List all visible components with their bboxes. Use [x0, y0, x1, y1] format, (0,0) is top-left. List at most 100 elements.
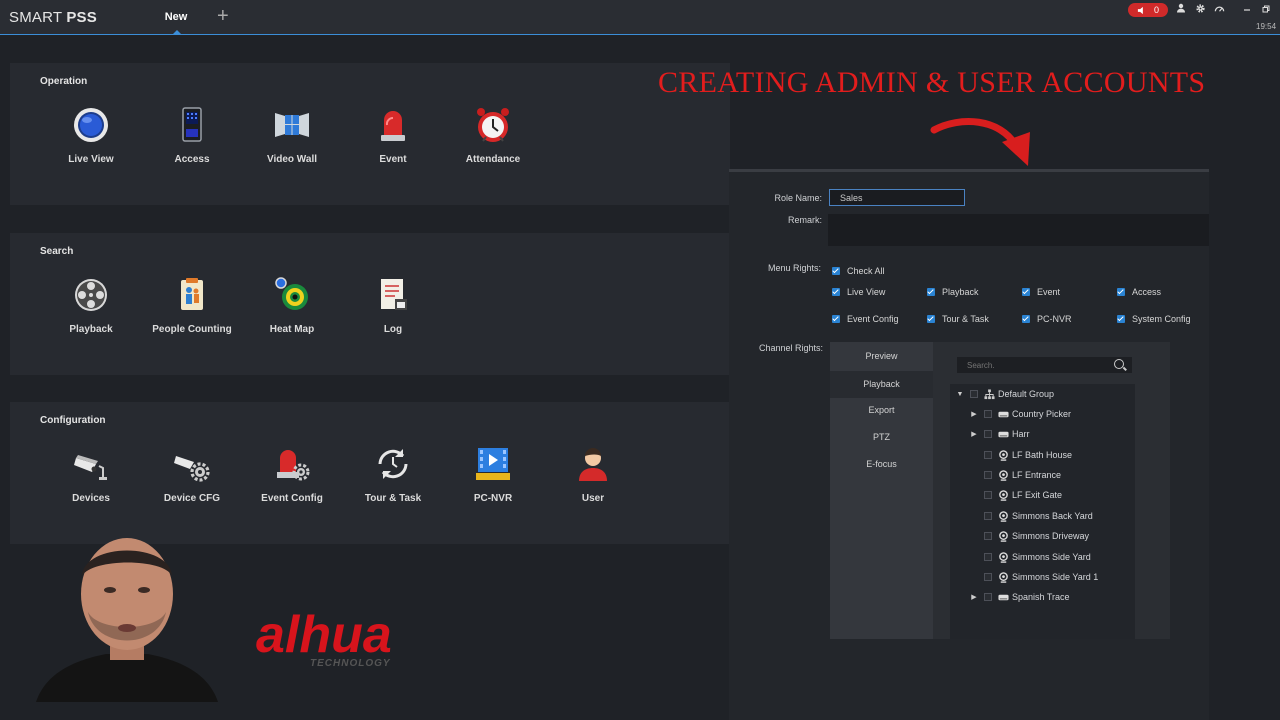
tree-checkbox[interactable]	[984, 553, 992, 561]
channel-rights-tabs: Preview Playback Export PTZ E-focus	[830, 342, 933, 639]
menu-right-playback[interactable]: Playback	[927, 287, 979, 297]
tour-task-tile[interactable]: Tour & Task	[348, 444, 438, 504]
expand-arrow-icon[interactable]: ▶	[970, 430, 978, 438]
tree-node-spanish-trace[interactable]: ▶ Spanish Trace	[970, 590, 1069, 604]
video-wall-icon	[275, 113, 309, 137]
menu-right-live-view[interactable]: Live View	[832, 287, 885, 297]
title-bar: SMART PSS New + 0 19:54	[0, 0, 1280, 35]
remark-label: Remark:	[787, 215, 822, 225]
presenter-webcam-image	[36, 538, 218, 702]
tree-checkbox[interactable]	[984, 573, 992, 581]
tree-checkbox[interactable]	[984, 410, 992, 418]
tree-node-camera[interactable]: Simmons Driveway	[984, 529, 1089, 543]
attendance-tile[interactable]: Attendance	[448, 105, 538, 165]
tree-node-harr[interactable]: ▶ Harr	[970, 427, 1030, 441]
check-all-label: Check All	[847, 266, 885, 276]
speedometer-icon[interactable]	[1212, 3, 1226, 17]
live-view-tile[interactable]: Live View	[46, 105, 136, 165]
logo-wordmark: alhua	[256, 606, 392, 664]
user-tile[interactable]: User	[548, 444, 638, 504]
role-name-label: Role Name:	[774, 193, 822, 203]
tree-node-camera[interactable]: Simmons Side Yard	[984, 550, 1091, 564]
user-account-icon[interactable]	[1174, 3, 1188, 17]
alarm-badge[interactable]: 0	[1128, 3, 1168, 17]
playback-tile[interactable]: Playback	[46, 275, 136, 335]
menu-right-system-config[interactable]: System Config	[1117, 314, 1191, 324]
channel-tab-preview[interactable]: Preview	[830, 343, 933, 370]
tree-checkbox[interactable]	[984, 430, 992, 438]
checkbox-checked-icon	[1117, 288, 1125, 296]
people-counting-icon	[181, 278, 203, 310]
expand-arrow-icon[interactable]: ▶	[970, 410, 978, 418]
check-all-checkbox[interactable]: Check All	[832, 266, 885, 276]
camera-icon	[999, 530, 1008, 542]
tree-checkbox[interactable]	[984, 451, 992, 459]
pc-nvr-icon	[476, 448, 510, 480]
search-title: Search	[40, 246, 74, 257]
channel-tab-e-focus[interactable]: E-focus	[830, 451, 933, 478]
tree-node-label: LF Entrance	[1012, 470, 1062, 480]
tree-node-label: Default Group	[998, 389, 1055, 399]
menu-right-label: Live View	[847, 287, 886, 297]
camera-icon	[999, 571, 1008, 583]
role-name-input[interactable]	[829, 189, 965, 206]
menu-right-tour-task[interactable]: Tour & Task	[927, 314, 989, 324]
tree-checkbox[interactable]	[984, 491, 992, 499]
collapse-arrow-icon[interactable]: ▼	[956, 391, 964, 398]
checkbox-checked-icon	[927, 315, 935, 323]
event-config-tile[interactable]: Event Config	[247, 444, 337, 504]
log-tile[interactable]: Log	[348, 275, 438, 335]
expand-arrow-icon[interactable]: ▶	[970, 593, 978, 601]
tree-checkbox[interactable]	[984, 512, 992, 520]
live-view-label: Live View	[68, 154, 114, 165]
red-arrow-icon	[930, 118, 1030, 166]
tree-node-camera[interactable]: Simmons Back Yard	[984, 509, 1093, 523]
search-icon[interactable]	[1114, 359, 1124, 369]
menu-right-label: Access	[1132, 287, 1162, 297]
menu-right-event[interactable]: Event	[1022, 287, 1060, 297]
menu-right-label: Event	[1037, 287, 1061, 297]
channel-tab-playback[interactable]: Playback	[830, 371, 933, 398]
tree-node-label: Harr	[1012, 429, 1030, 439]
access-label: Access	[174, 154, 210, 165]
remark-field[interactable]	[828, 214, 1209, 246]
channel-rights-panel: Preview Playback Export PTZ E-focus ▼ De…	[830, 342, 1170, 639]
tree-node-camera[interactable]: LF Bath House	[984, 448, 1072, 462]
tree-node-camera[interactable]: LF Entrance	[984, 468, 1061, 482]
channel-search-input[interactable]	[957, 357, 1132, 373]
gear-icon[interactable]	[1193, 3, 1207, 17]
alarm-count: 0	[1153, 5, 1159, 15]
event-tile[interactable]: Event	[348, 105, 438, 165]
device-cfg-icon	[174, 456, 210, 482]
tree-node-country-picker[interactable]: ▶ Country Picker	[970, 407, 1071, 421]
channel-tab-export[interactable]: Export	[830, 397, 933, 424]
device-cfg-tile[interactable]: Device CFG	[147, 444, 237, 504]
menu-right-event-config[interactable]: Event Config	[832, 314, 899, 324]
video-wall-tile[interactable]: Video Wall	[247, 105, 337, 165]
minimize-icon[interactable]	[1240, 3, 1254, 17]
tree-checkbox[interactable]	[970, 390, 978, 398]
tree-checkbox[interactable]	[984, 593, 992, 601]
pc-nvr-tile[interactable]: PC-NVR	[448, 444, 538, 504]
devices-tile[interactable]: Devices	[46, 444, 136, 504]
people-counting-tile[interactable]: People Counting	[147, 275, 237, 335]
tree-checkbox[interactable]	[984, 471, 992, 479]
menu-right-pc-nvr[interactable]: PC-NVR	[1022, 314, 1072, 324]
tree-node-default-group[interactable]: ▼ Default Group	[956, 387, 1054, 401]
add-tab-button[interactable]: +	[217, 6, 229, 26]
access-tile[interactable]: Access	[147, 105, 237, 165]
attendance-icon	[477, 108, 509, 142]
tree-checkbox[interactable]	[984, 532, 992, 540]
restore-icon[interactable]	[1259, 3, 1273, 17]
tree-node-camera[interactable]: LF Exit Gate	[984, 488, 1062, 502]
tree-node-label: LF Bath House	[1012, 450, 1073, 460]
tour-task-label: Tour & Task	[364, 493, 422, 504]
heat-map-tile[interactable]: Heat Map	[247, 275, 337, 335]
tab-new[interactable]: New	[152, 0, 200, 34]
menu-right-access[interactable]: Access	[1117, 287, 1161, 297]
speaker-icon	[1137, 6, 1143, 14]
channel-tab-ptz[interactable]: PTZ	[830, 424, 933, 451]
people-counting-label: People Counting	[152, 324, 232, 335]
menu-right-label: PC-NVR	[1037, 314, 1072, 324]
tree-node-camera[interactable]: Simmons Side Yard 1	[984, 570, 1098, 584]
